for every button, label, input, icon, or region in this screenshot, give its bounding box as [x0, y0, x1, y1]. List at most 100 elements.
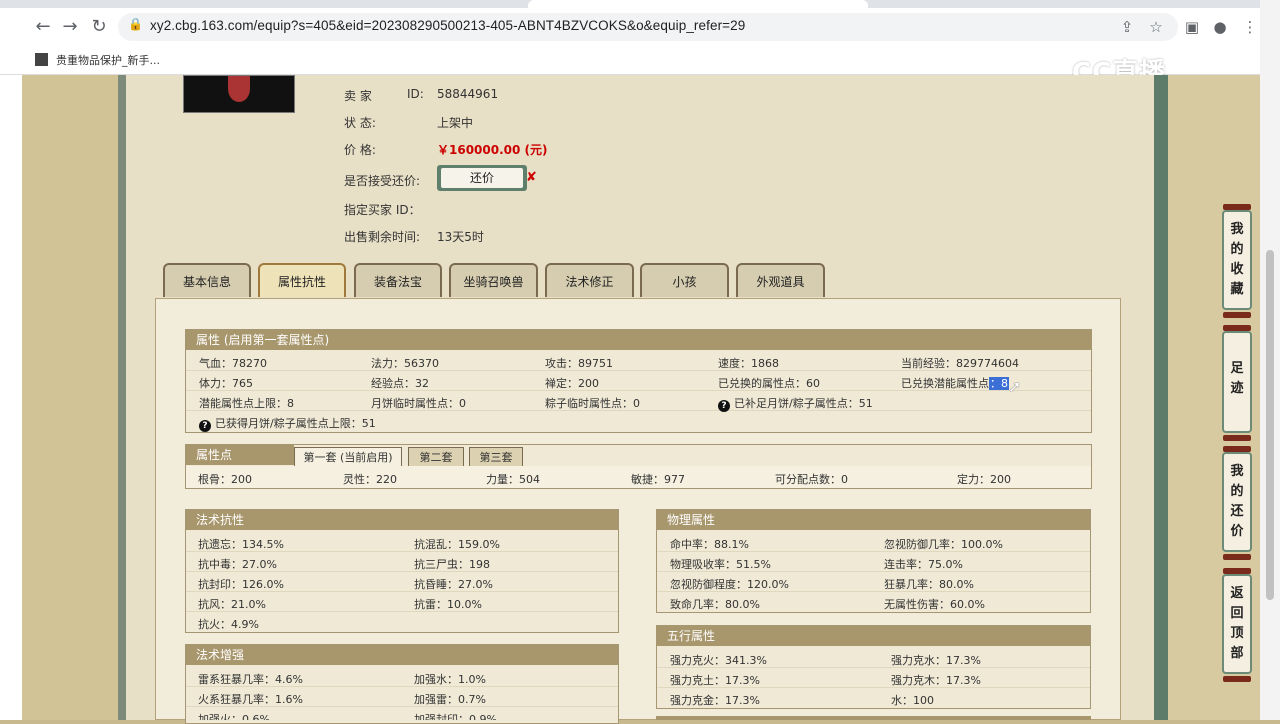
- attr-meditation: 禅定：200: [545, 377, 599, 390]
- back-icon[interactable]: ←: [30, 14, 56, 40]
- physical-title: 物理属性: [657, 510, 1090, 530]
- my-favorites-button[interactable]: 我的收藏: [1222, 210, 1252, 310]
- spell-resist-title: 法术抗性: [186, 510, 618, 530]
- physical-cell: 连击率：75.0%: [884, 558, 963, 571]
- attr-row: 潜能属性点上限：8 月饼临时属性点：0 粽子临时属性点：0 ? 已补足月饼/粽子属…: [186, 391, 1091, 412]
- attr-row: 气血：78270 法力：56370 攻击：89751 速度：1868 当前经验：…: [186, 351, 1091, 371]
- tab-mounts-pets[interactable]: 坐骑召唤兽: [449, 263, 538, 297]
- next-section-edge: [656, 716, 1091, 720]
- status-label: 状 态:: [344, 116, 376, 130]
- element-cell: 水：100: [891, 694, 934, 707]
- left-border: [118, 75, 126, 720]
- left-decor-frame: [22, 75, 118, 720]
- side-char: 顶: [1230, 626, 1244, 641]
- remaining-value: 13天5时: [437, 230, 484, 244]
- spell-boost-rows: 雷系狂暴几率：4.6% 加强水：1.0% 火系狂暴几率：1.6% 加强雷：0.7% …: [186, 667, 618, 720]
- five-elements-rows: 强力克火：341.3% 强力克水：17.3% 强力克土：17.3% 强力克木：17.…: [657, 648, 1090, 708]
- resist-cell: 抗封印：126.0%: [198, 578, 284, 591]
- boost-cell: 加强雷：0.7%: [414, 693, 486, 706]
- resist-cell: 抗三尸虫：198: [414, 558, 490, 571]
- boost-row: 加强火：0.6% 加强封印：0.9%: [186, 707, 618, 720]
- remaining-label: 出售剩余时间:: [344, 230, 421, 244]
- physical-cell: 无属性伤害：60.0%: [884, 598, 985, 611]
- side-char: 我: [1230, 222, 1244, 237]
- physical-cell: 命中率：88.1%: [670, 538, 749, 551]
- physical-rows: 命中率：88.1% 忽视防御几率：100.0% 物理吸收率：51.5% 连击率：75…: [657, 532, 1090, 612]
- boost-cell: 火系狂暴几率：1.6%: [198, 693, 303, 706]
- url-text[interactable]: xy2.cbg.163.com/equip?s=405&eid=20230829…: [150, 18, 745, 33]
- left-margin: [0, 75, 22, 720]
- menu-icon[interactable]: ⋮: [1238, 15, 1262, 39]
- profile-icon[interactable]: ●: [1208, 15, 1232, 39]
- attr-stamina: 体力：765: [199, 377, 253, 390]
- bookmark-item[interactable]: 贵重物品保护_新手...: [56, 52, 160, 68]
- counter-offer-button[interactable]: 还价: [441, 168, 523, 188]
- seller-id: 58844961: [437, 87, 499, 101]
- attr-mooncake-temp: 月饼临时属性点：0: [371, 397, 466, 410]
- share-icon[interactable]: ⇪: [1115, 15, 1139, 39]
- star-icon[interactable]: ☆: [1144, 15, 1168, 39]
- side-char: 返: [1230, 586, 1244, 601]
- element-cell: 强力克水：17.3%: [891, 654, 981, 667]
- attr-attack: 攻击：89751: [545, 357, 613, 370]
- physical-row: 忽视防御程度：120.0% 狂暴几率：80.0%: [657, 572, 1090, 592]
- attr-filled-points: ? 已补足月饼/粽子属性点：51: [718, 395, 873, 412]
- tab-appearance[interactable]: 外观道具: [736, 263, 825, 297]
- element-row: 强力克火：341.3% 强力克水：17.3%: [657, 648, 1090, 668]
- spell-boost-title: 法术增强: [186, 645, 618, 665]
- points-set-3[interactable]: 第三套: [469, 447, 523, 466]
- side-char: 的: [1230, 242, 1244, 257]
- browser-tab-active[interactable]: [528, 0, 868, 8]
- resist-cell: 抗风：21.0%: [198, 598, 266, 611]
- resist-row: 抗遗忘：134.5% 抗混乱：159.0%: [186, 532, 618, 552]
- lock-icon[interactable]: 🔒: [128, 17, 143, 31]
- resist-row: 抗封印：126.0% 抗昏睡：27.0%: [186, 572, 618, 592]
- attr-exchanged-points: 已兑换的属性点：60: [718, 377, 820, 390]
- points-set-2[interactable]: 第二套: [408, 447, 464, 466]
- counter-offer-label: 是否接受还价:: [344, 174, 421, 188]
- side-char: 收: [1230, 262, 1244, 277]
- my-offers-button[interactable]: 我的还价: [1222, 452, 1252, 552]
- side-button-cap: [1223, 312, 1251, 318]
- resist-row: 抗中毒：27.0% 抗三尸虫：198: [186, 552, 618, 572]
- boost-cell: 加强火：0.6%: [198, 713, 270, 720]
- tab-basic-info[interactable]: 基本信息: [163, 263, 251, 297]
- scrollbar-thumb[interactable]: [1266, 250, 1274, 600]
- physical-cell: 忽视防御程度：120.0%: [670, 578, 789, 591]
- side-char: 回: [1230, 606, 1244, 621]
- price-label: 价 格:: [344, 143, 376, 157]
- points-allocatable: 可分配点数：0: [775, 473, 848, 486]
- tab-child[interactable]: 小孩: [640, 263, 729, 297]
- physical-cell: 忽视防御几率：100.0%: [884, 538, 1003, 551]
- physical-row: 致命几率：80.0% 无属性伤害：60.0%: [657, 592, 1090, 612]
- reload-icon[interactable]: ↻: [86, 14, 112, 40]
- mouse-cursor-icon: ➚: [1008, 377, 1022, 396]
- side-char: 还: [1230, 504, 1244, 519]
- element-cell: 强力克金：17.3%: [670, 694, 760, 707]
- boost-row: 火系狂暴几率：1.6% 加强雷：0.7%: [186, 687, 618, 707]
- boost-cell: 加强水：1.0%: [414, 673, 486, 686]
- status-value: 上架中: [437, 116, 474, 130]
- resist-cell: 抗雷：10.0%: [414, 598, 482, 611]
- boost-cell: 加强封印：0.9%: [414, 713, 497, 720]
- points-title: 属性点: [186, 445, 294, 465]
- tab-attributes[interactable]: 属性抗性: [258, 263, 346, 297]
- item-figure: [228, 76, 250, 102]
- attr-exchanged-potential: 已兑换潜能属性点：8: [901, 375, 1009, 391]
- side-char: 藏: [1230, 282, 1244, 297]
- back-to-top-button[interactable]: 返回顶部: [1222, 574, 1252, 674]
- side-char: 我: [1230, 464, 1244, 479]
- help-icon[interactable]: ?: [199, 420, 211, 432]
- side-char: 的: [1230, 484, 1244, 499]
- points-constitution: 根骨：200: [198, 473, 252, 486]
- points-set-1[interactable]: 第一套 (当前启用): [294, 447, 402, 466]
- footprints-button[interactable]: 足迹: [1222, 331, 1252, 433]
- tab-equipment[interactable]: 装备法宝: [354, 263, 442, 297]
- sidepanel-icon[interactable]: ▣: [1180, 15, 1204, 39]
- tab-spell-mod[interactable]: 法术修正: [545, 263, 634, 297]
- forward-icon[interactable]: →: [57, 14, 83, 40]
- points-strength: 力量：504: [486, 473, 540, 486]
- boost-cell: 雷系狂暴几率：4.6%: [198, 673, 303, 686]
- attr-speed: 速度：1868: [718, 357, 779, 370]
- bookmark-favicon-icon: [35, 53, 48, 66]
